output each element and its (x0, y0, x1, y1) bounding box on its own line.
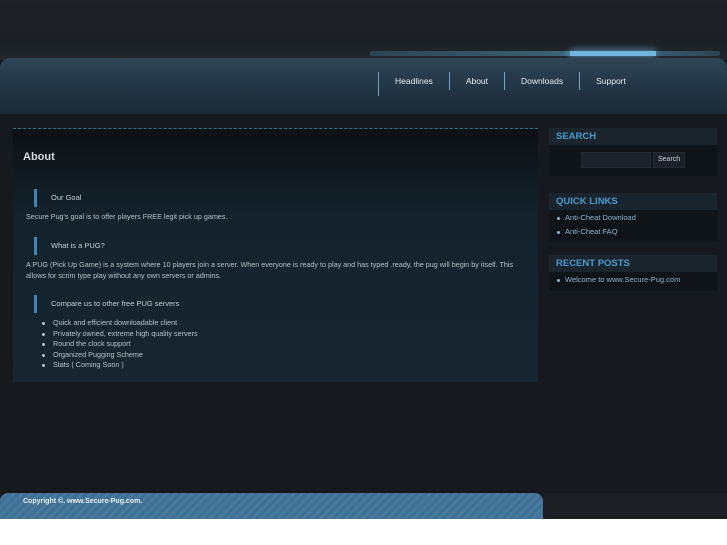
recent-posts-title: RECENT POSTS (549, 255, 717, 272)
quick-link-anti-cheat-faq[interactable]: Anti-Cheat FAQ (549, 225, 717, 239)
list-item: Quick and efficient downloadable client (42, 318, 198, 329)
search-input[interactable] (581, 152, 651, 168)
glow-highlight (570, 51, 656, 56)
quick-links-widget: QUICK LINKS Anti-Cheat Download Anti-Che… (549, 193, 717, 242)
search-button[interactable]: Search (653, 152, 686, 168)
nav-item-support[interactable]: Support (579, 72, 642, 90)
nav-divider (378, 84, 379, 96)
main-nav: Headlines About Downloads Support (378, 66, 642, 96)
nav-item-headlines[interactable]: Headlines (378, 72, 449, 90)
content-panel: About Our Goal Secure Pug's goal is to o… (13, 128, 538, 382)
list-item: Round the clock support (42, 339, 198, 350)
search-row: Search (549, 145, 717, 176)
footer-copyright: Copyright ©. www.Secure-Pug.com. (23, 498, 143, 505)
section-text-our-goal: Secure Pug's goal is to offer players FR… (26, 212, 228, 221)
page-title: About (23, 151, 55, 163)
recent-posts-list: Welcome to www.Secure-Pug.com (549, 272, 717, 291)
list-item: Stats ( Coming Soon ) (42, 360, 198, 371)
section-heading-our-goal: Our Goal (34, 189, 81, 207)
list-item: Privately owned, extreme high quality se… (42, 329, 198, 340)
site-footer: Copyright ©. www.Secure-Pug.com. (0, 493, 543, 519)
compare-list: Quick and efficient downloadable client … (42, 318, 198, 371)
section-heading-what-is-pug: What is a PUG? (34, 237, 105, 255)
recent-posts-widget: RECENT POSTS Welcome to www.Secure-Pug.c… (549, 255, 717, 291)
quick-links-list: Anti-Cheat Download Anti-Cheat FAQ (549, 210, 717, 242)
quick-link-anti-cheat-download[interactable]: Anti-Cheat Download (549, 211, 717, 225)
page-bottom (0, 519, 727, 545)
recent-post-welcome[interactable]: Welcome to www.Secure-Pug.com (549, 273, 717, 287)
list-item: Organized Pugging Scheme (42, 350, 198, 361)
section-heading-compare: Compare us to other free PUG servers (34, 295, 179, 313)
search-title: SEARCH (549, 128, 717, 145)
quick-links-title: QUICK LINKS (549, 193, 717, 210)
footer-side (543, 493, 727, 519)
section-text-what-is-pug: A PUG (Pick Up Game) is a system where 1… (26, 260, 514, 280)
nav-item-about[interactable]: About (448, 72, 504, 90)
nav-item-downloads[interactable]: Downloads (504, 72, 579, 90)
search-widget: SEARCH Search (549, 128, 717, 176)
header-glow-bar (370, 51, 720, 56)
